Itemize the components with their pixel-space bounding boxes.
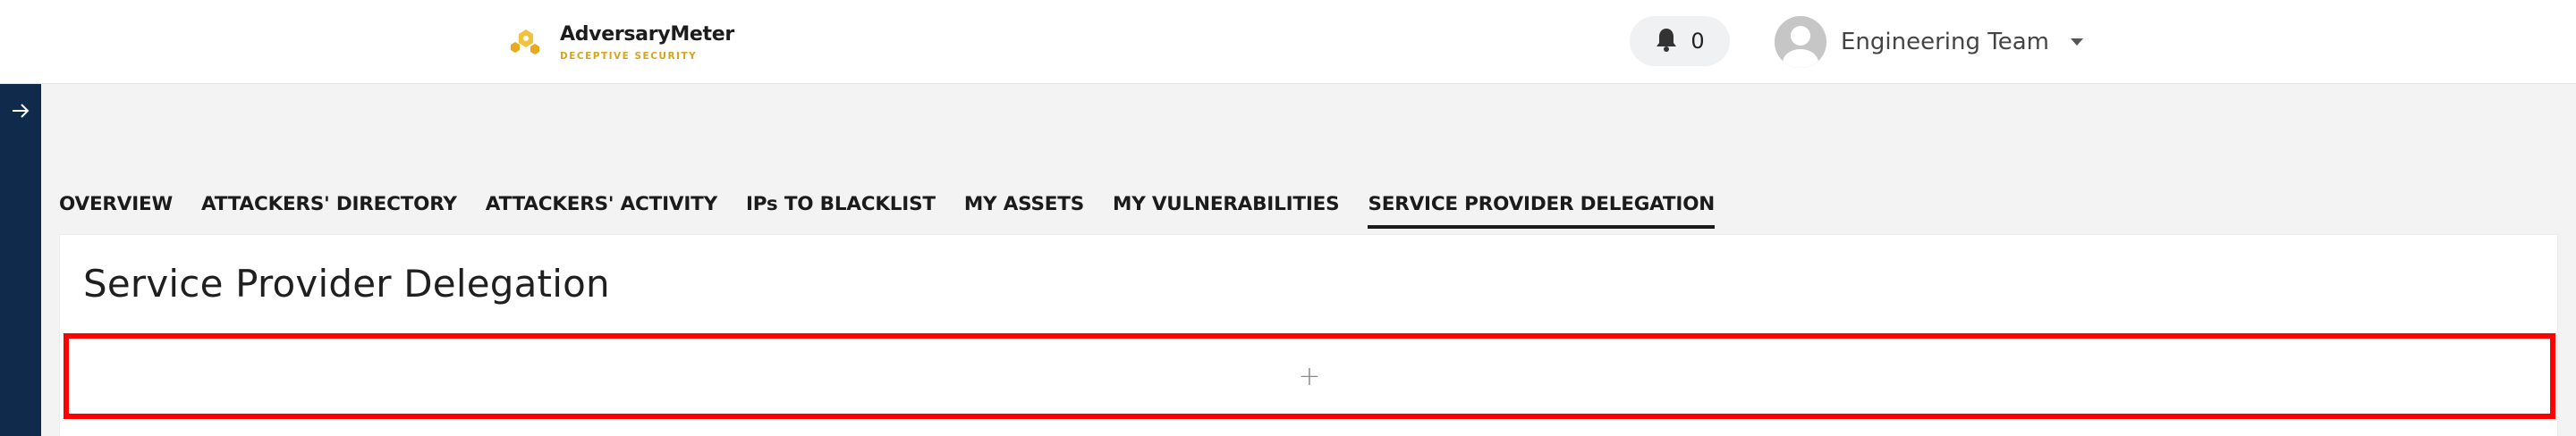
bell-icon [1655, 27, 1678, 56]
arrow-right-icon [13, 104, 30, 118]
brand-tagline: DECEPTIVE SECURITY [560, 50, 698, 62]
tab-overview[interactable]: OVERVIEW [59, 179, 173, 229]
user-avatar-icon [1775, 16, 1826, 68]
page-title: Service Provider Delegation [83, 262, 610, 306]
top-bar: AdversaryMeter DECEPTIVE SECURITY 0 Engi… [0, 0, 2576, 84]
tab-ips-to-blacklist[interactable]: IPs TO BLACKLIST [746, 179, 936, 229]
tab-service-provider-delegation[interactable]: SERVICE PROVIDER DELEGATION [1368, 179, 1715, 229]
add-delegation-button[interactable]: + [64, 333, 2555, 419]
sidebar-expand-button[interactable] [0, 84, 41, 138]
logo-mark-icon [506, 22, 546, 62]
tab-my-vulnerabilities[interactable]: MY VULNERABILITIES [1113, 179, 1340, 229]
brand-logo[interactable]: AdversaryMeter DECEPTIVE SECURITY [506, 18, 734, 66]
plus-icon: + [1298, 360, 1321, 392]
notifications-count: 0 [1690, 29, 1705, 54]
logo-text: AdversaryMeter DECEPTIVE SECURITY [560, 23, 734, 62]
content-card: Service Provider Delegation + [59, 234, 2558, 436]
user-menu[interactable]: Engineering Team [1775, 15, 2083, 69]
tab-attackers-activity[interactable]: ATTACKERS' ACTIVITY [486, 179, 717, 229]
notifications-button[interactable]: 0 [1630, 16, 1730, 66]
tab-attackers-directory[interactable]: ATTACKERS' DIRECTORY [201, 179, 457, 229]
tab-my-assets[interactable]: MY ASSETS [964, 179, 1084, 229]
sidebar [0, 84, 41, 436]
user-name: Engineering Team [1841, 29, 2049, 55]
brand-name: AdversaryMeter [560, 22, 734, 46]
avatar [1775, 16, 1826, 68]
chevron-down-icon [2070, 38, 2083, 46]
nav-tabs: OVERVIEW ATTACKERS' DIRECTORY ATTACKERS'… [59, 179, 1743, 229]
